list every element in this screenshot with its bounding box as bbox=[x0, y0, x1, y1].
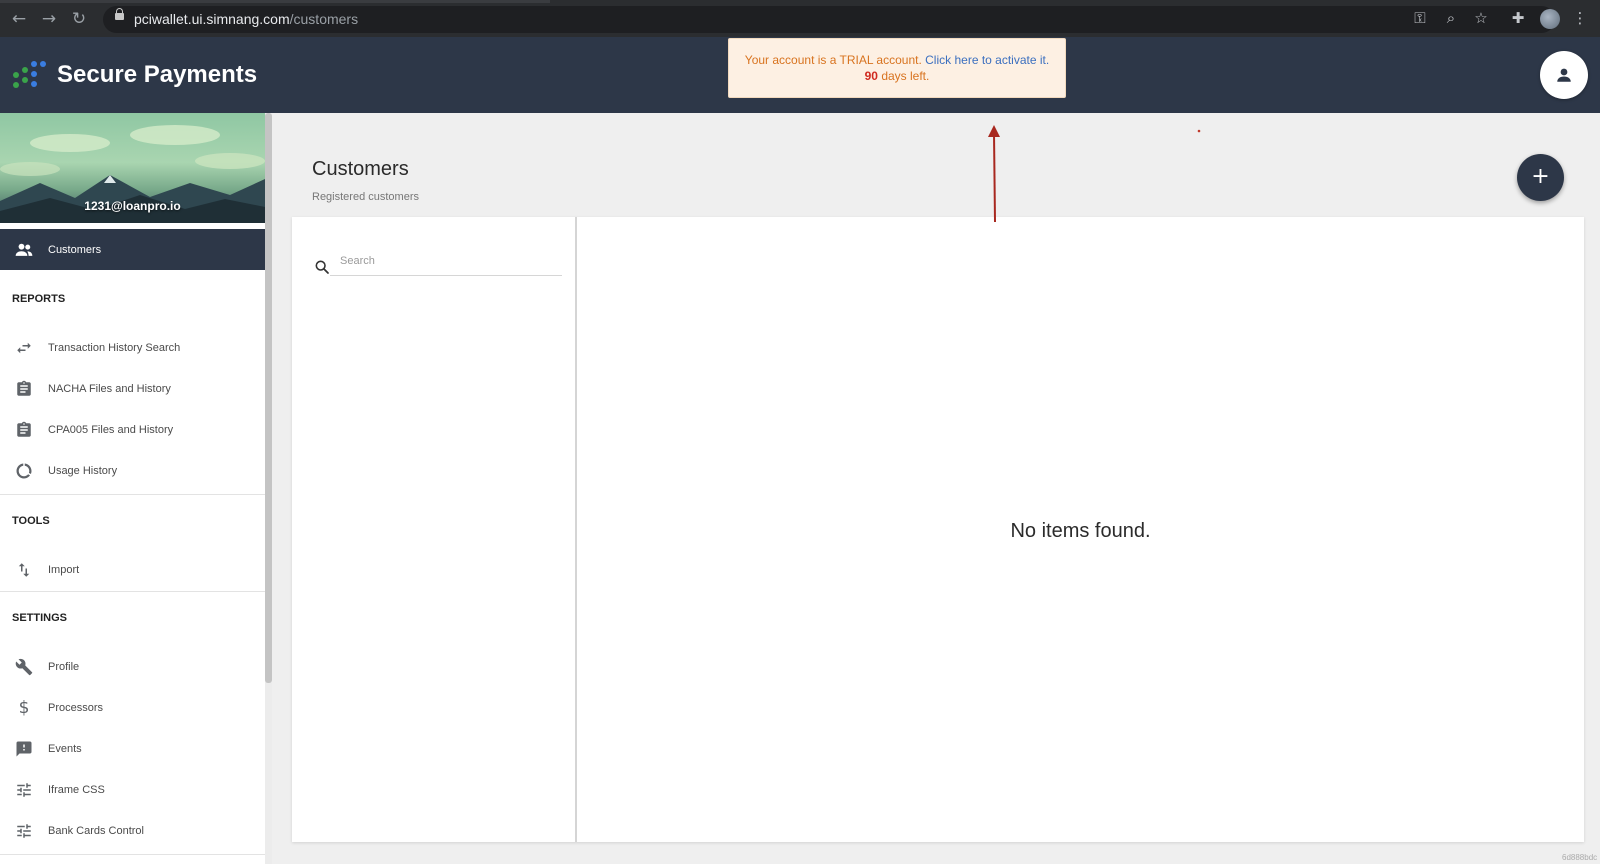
page-subtitle: Registered customers bbox=[312, 191, 419, 203]
profile-banner: 1231@loanpro.io bbox=[0, 113, 265, 223]
clipboard-icon bbox=[13, 378, 35, 400]
tune-icon bbox=[13, 820, 35, 842]
sidebar-item-label: Iframe CSS bbox=[48, 783, 105, 796]
sidebar-item-usage-history[interactable]: Usage History bbox=[0, 450, 265, 491]
dollar-icon: $ bbox=[18, 697, 30, 718]
sidebar-item-label: Usage History bbox=[48, 464, 118, 477]
sidebar-item-label: Processors bbox=[48, 701, 104, 714]
wrench-icon bbox=[13, 656, 35, 678]
back-arrow-icon[interactable]: ← bbox=[9, 9, 29, 29]
url-text: pciwallet.ui.simnang.com/customers bbox=[134, 11, 359, 27]
customer-list-pane bbox=[292, 217, 577, 842]
extensions-icon[interactable]: ✚ bbox=[1508, 8, 1528, 28]
sidebar-item-label: Import bbox=[48, 563, 80, 576]
user-email: 1231@loanpro.io bbox=[84, 199, 181, 213]
clipboard-icon bbox=[13, 419, 35, 441]
search-icon bbox=[315, 260, 329, 274]
sidebar-item-transaction-history-search[interactable]: Transaction History Search bbox=[0, 327, 265, 368]
kebab-menu-icon[interactable]: ⋮ bbox=[1570, 8, 1590, 28]
sidebar-scrollbar[interactable] bbox=[265, 113, 272, 864]
sidebar-item-import[interactable]: Import bbox=[0, 549, 265, 590]
star-icon[interactable]: ☆ bbox=[1471, 8, 1491, 28]
add-customer-button[interactable]: + bbox=[1517, 154, 1564, 201]
scrollbar-thumb[interactable] bbox=[265, 113, 272, 683]
sidebar-item-label: CPA005 Files and History bbox=[48, 423, 174, 436]
trial-banner: Your account is a TRIAL account. Click h… bbox=[728, 38, 1066, 98]
reload-icon[interactable]: ↻ bbox=[69, 9, 89, 29]
empty-state-message: No items found. bbox=[1010, 520, 1151, 542]
activate-link[interactable]: Click here to activate it. bbox=[925, 53, 1049, 67]
trial-days-count: 90 bbox=[864, 69, 878, 83]
import-arrows-icon bbox=[13, 559, 35, 581]
person-icon bbox=[1557, 68, 1571, 82]
people-icon bbox=[13, 239, 35, 261]
key-icon[interactable]: ⚿ bbox=[1410, 8, 1430, 28]
user-menu-button[interactable] bbox=[1540, 51, 1588, 99]
section-heading-settings: SETTINGS bbox=[12, 612, 68, 624]
page-title: Customers bbox=[312, 158, 409, 180]
sidebar-item-bank-cards-control[interactable]: Bank Cards Control bbox=[0, 810, 265, 851]
sidebar-item-label: Transaction History Search bbox=[48, 341, 181, 354]
app-header: Secure Payments Your account is a TRIAL … bbox=[0, 37, 1600, 113]
zoom-icon[interactable]: ⌕ bbox=[1441, 8, 1461, 28]
ring-icon bbox=[13, 460, 35, 482]
sidebar-item-nacha-files[interactable]: NACHA Files and History bbox=[0, 368, 265, 409]
sidebar-item-cpa005-files[interactable]: CPA005 Files and History bbox=[0, 409, 265, 450]
app-title: Secure Payments bbox=[57, 61, 258, 88]
browser-profile-avatar[interactable] bbox=[1540, 9, 1560, 29]
section-heading-tools: TOOLS bbox=[12, 515, 50, 527]
browser-toolbar: ← → ↻ pciwallet.ui.simnang.com/customers… bbox=[0, 0, 1600, 37]
section-heading-reports: REPORTS bbox=[12, 293, 66, 305]
sidebar-divider bbox=[0, 854, 265, 855]
forward-arrow-icon[interactable]: → bbox=[39, 9, 59, 29]
sidebar-divider bbox=[0, 591, 265, 592]
trial-message: Your account is a TRIAL account. bbox=[744, 53, 922, 67]
feedback-icon bbox=[13, 738, 35, 760]
sidebar-item-events[interactable]: Events bbox=[0, 728, 265, 769]
sidebar-item-customers[interactable]: Customers bbox=[0, 229, 265, 270]
tune-icon bbox=[13, 779, 35, 801]
sidebar: 1231@loanpro.io Customers REPORTS Transa… bbox=[0, 113, 272, 864]
sidebar-item-label: Profile bbox=[48, 660, 80, 673]
swap-arrows-icon bbox=[13, 337, 35, 359]
sidebar-item-profile[interactable]: Profile bbox=[0, 646, 265, 687]
sidebar-divider bbox=[0, 494, 265, 495]
main-content: Customers Registered customers + No item… bbox=[272, 113, 1600, 864]
build-hash: 6d888bdc bbox=[1562, 853, 1598, 862]
sidebar-item-iframe-css[interactable]: Iframe CSS bbox=[0, 769, 265, 810]
page-load-progress bbox=[0, 0, 550, 3]
address-bar[interactable]: pciwallet.ui.simnang.com/customers bbox=[103, 6, 1555, 33]
trial-days-suffix: days left. bbox=[881, 69, 930, 83]
sidebar-item-label: Bank Cards Control bbox=[48, 824, 144, 837]
sidebar-item-label: Customers bbox=[48, 243, 102, 256]
customers-card: No items found. bbox=[292, 217, 1584, 842]
search-input[interactable] bbox=[330, 247, 562, 276]
logo-icon bbox=[13, 61, 51, 89]
sidebar-item-label: Events bbox=[48, 742, 82, 755]
sidebar-item-processors[interactable]: $ Processors bbox=[0, 687, 265, 728]
sidebar-item-label: NACHA Files and History bbox=[48, 382, 171, 395]
lock-icon bbox=[115, 8, 124, 20]
